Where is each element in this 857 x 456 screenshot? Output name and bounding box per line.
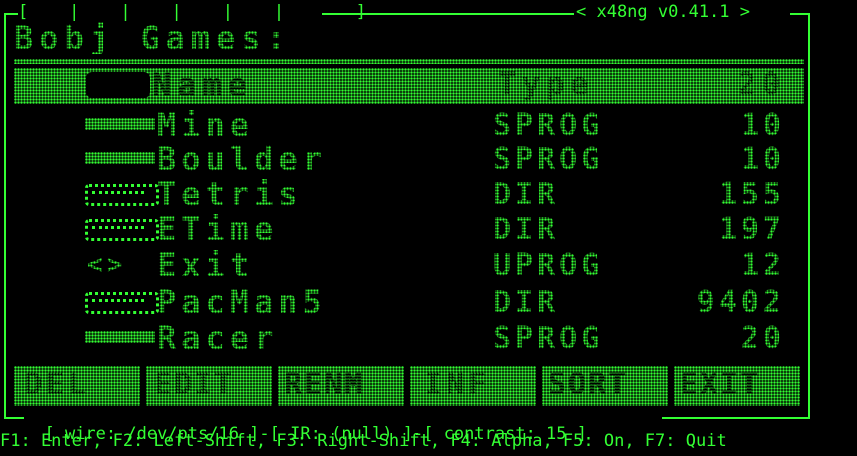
key-help: F1: Enter, F2: Left-Shift, F3: Right-Shi… <box>0 431 727 451</box>
lcd-list-item-pacman5[interactable]: PacMan5 DIR 9402 <box>85 286 785 318</box>
lcd-item-count: 12 <box>740 248 785 283</box>
softkey-del[interactable]: DEL <box>24 370 90 400</box>
lcd-item-type: SPROG <box>493 142 604 177</box>
lcd-list-item-mine[interactable]: Mine SPROG 10 <box>85 109 785 141</box>
softkey-inf[interactable]: INF <box>424 370 490 400</box>
frame-left-border <box>4 14 6 418</box>
frame-right-border <box>808 14 810 418</box>
lcd-item-type: DIR <box>493 177 560 212</box>
frame-top-border-left <box>4 13 18 15</box>
lcd-list-item-exit[interactable]: <> Exit UPROG 12 <box>85 249 785 281</box>
lcd-item-name: Tetris <box>157 175 303 213</box>
lcd-item-type: SPROG <box>493 108 604 143</box>
softkey-exit[interactable]: EXIT <box>680 370 760 400</box>
lcd-item-count: 197 <box>718 212 785 247</box>
lcd-column-header-count: 20 <box>738 67 787 102</box>
lcd-item-type: SPROG <box>493 321 604 356</box>
lcd-header-title: Bobj Games: <box>14 19 292 57</box>
lcd-item-count: 9402 <box>696 285 785 320</box>
window-title: < x48ng v0.41.1 > <box>576 2 750 22</box>
lcd-list-item-etime[interactable]: ETime DIR 197 <box>85 213 785 245</box>
softkey-divider <box>668 366 674 406</box>
lcd-item-count: 155 <box>718 177 785 212</box>
softkey-edit[interactable]: EDIT <box>154 370 234 400</box>
lcd-separator <box>14 59 804 64</box>
lcd-item-name: PacMan5 <box>157 283 327 321</box>
lcd-column-header-type: Type <box>498 67 595 102</box>
lcd-item-type: UPROG <box>493 248 604 283</box>
lcd-item-name: Boulder <box>157 140 327 178</box>
frame-top-border-right <box>790 13 810 15</box>
softkey-renm[interactable]: RENM <box>284 370 364 400</box>
lcd-item-type: DIR <box>493 285 560 320</box>
lcd-item-name: Mine <box>157 106 255 144</box>
lcd-screen[interactable]: Bobj Games: Name Type 20 Mine SPROG 10 B… <box>14 22 804 407</box>
lcd-item-name: Exit <box>157 246 255 284</box>
lcd-item-count: 10 <box>740 108 785 143</box>
lcd-item-name: ETime <box>157 210 279 248</box>
lcd-header-selection-cursor <box>86 72 150 98</box>
lcd-column-header-name: Name <box>152 66 254 104</box>
lcd-item-count: 10 <box>740 142 785 177</box>
lcd-list-item-tetris[interactable]: Tetris DIR 155 <box>85 178 785 210</box>
lcd-item-name: Racer <box>157 319 279 357</box>
lcd-item-type: DIR <box>493 212 560 247</box>
lcd-list-item-racer[interactable]: Racer SPROG 20 <box>85 322 785 354</box>
lcd-item-count: 20 <box>740 321 785 356</box>
softkey-divider <box>404 366 410 406</box>
softkey-sort[interactable]: SORT <box>548 370 628 400</box>
softkey-divider <box>536 366 542 406</box>
softkey-divider <box>272 366 278 406</box>
frame-bottom-border-left <box>4 417 24 419</box>
lcd-list-item-boulder[interactable]: Boulder SPROG 10 <box>85 143 785 175</box>
softkey-divider <box>140 366 146 406</box>
frame-bottom-border-right <box>662 417 810 419</box>
